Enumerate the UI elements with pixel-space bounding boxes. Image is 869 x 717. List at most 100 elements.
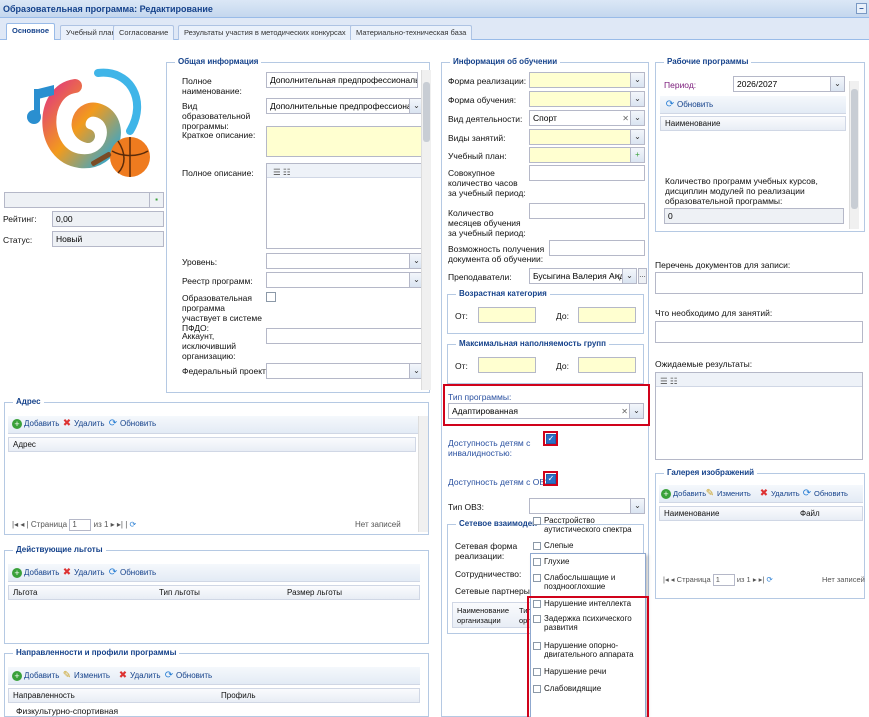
- activity-select[interactable]: Спорт ✕ ⌄: [529, 110, 645, 126]
- teachers-select[interactable]: Бусыгина Валерия Анд ✕ ⌄: [529, 268, 637, 284]
- doc-field[interactable]: [549, 240, 645, 256]
- directions-add-button[interactable]: + Добавить: [12, 670, 59, 682]
- pfdo-checkbox[interactable]: [266, 292, 276, 302]
- checkbox-icon[interactable]: [533, 685, 541, 693]
- clear-icon[interactable]: ✕: [622, 112, 629, 125]
- ovz-option-musculoskeletal[interactable]: Нарушение опорно-двигательного аппарата: [533, 641, 643, 661]
- chevron-down-icon[interactable]: ⌄: [622, 269, 636, 283]
- account-field[interactable]: [266, 328, 424, 344]
- minimize-icon[interactable]: –: [856, 3, 867, 14]
- tab-main[interactable]: Основное: [6, 23, 56, 40]
- age-from-field[interactable]: [478, 307, 536, 323]
- chevron-down-icon[interactable]: ⌄: [630, 499, 644, 513]
- months-field[interactable]: [529, 203, 645, 219]
- checkbox-icon[interactable]: [533, 642, 541, 650]
- ovz-option-intellect[interactable]: Нарушение интеллекта: [533, 599, 643, 609]
- address-scrollbar[interactable]: [418, 416, 428, 532]
- chevron-down-icon[interactable]: ⌄: [630, 92, 644, 106]
- upload-icon[interactable]: ▪: [149, 193, 163, 207]
- docs-list-field[interactable]: [655, 272, 863, 294]
- work-programs-refresh-button[interactable]: ⟳ Обновить: [665, 99, 713, 111]
- registry-select[interactable]: ⌄: [266, 272, 424, 288]
- general-scrollbar[interactable]: [421, 70, 431, 390]
- checkbox-icon[interactable]: [533, 542, 541, 550]
- clear-icon[interactable]: ✕: [614, 270, 621, 283]
- checkbox-icon[interactable]: [533, 558, 541, 566]
- chevron-down-icon[interactable]: ⌄: [630, 111, 644, 125]
- checkbox-icon[interactable]: [533, 517, 541, 525]
- work-programs-scrollbar[interactable]: [849, 81, 859, 229]
- logo-upload-field[interactable]: ▪: [4, 192, 164, 208]
- chevron-down-icon[interactable]: ⌄: [830, 77, 844, 91]
- full-name-field[interactable]: Дополнительная предпрофессиональная п: [266, 72, 418, 88]
- page-input[interactable]: 1: [712, 574, 735, 587]
- refresh-icon[interactable]: ⟳: [130, 520, 137, 529]
- ovz-option-deaf[interactable]: Глухие: [533, 557, 643, 567]
- group-from-field[interactable]: [478, 357, 536, 373]
- directions-refresh-button[interactable]: ⟳ Обновить: [164, 670, 212, 682]
- form-impl-select[interactable]: ⌄: [529, 72, 645, 88]
- table-row[interactable]: Физкультурно-спортивная: [16, 706, 118, 716]
- ovz-option-autism[interactable]: Расстройство аутистического спектра: [533, 516, 643, 536]
- checkbox-icon[interactable]: [533, 668, 541, 676]
- gallery-add-button[interactable]: + Добавить: [661, 488, 706, 500]
- checkbox-icon[interactable]: [533, 615, 541, 623]
- address-refresh-button[interactable]: ⟳ Обновить: [108, 418, 156, 430]
- ovz-option-speech[interactable]: Нарушение речи: [533, 667, 643, 677]
- chevron-down-icon[interactable]: ⌄: [629, 404, 643, 418]
- ovz-access-checkbox[interactable]: ✓: [546, 474, 556, 484]
- form-edu-select[interactable]: ⌄: [529, 91, 645, 107]
- ovz-type-select[interactable]: ⌄: [529, 498, 645, 514]
- tab-equipment[interactable]: Материально-техническая база: [350, 25, 473, 40]
- first-page-icon[interactable]: |◂ ◂: [663, 575, 675, 584]
- period-select[interactable]: 2026/2027 ⌄: [733, 76, 845, 92]
- refresh-icon[interactable]: ⟳: [766, 575, 772, 584]
- address-add-button[interactable]: + Добавить: [12, 418, 59, 430]
- tab-contest-results[interactable]: Результаты участия в методических конкур…: [178, 25, 352, 40]
- directions-delete-button[interactable]: ✖ Удалить: [118, 670, 161, 682]
- gallery-delete-button[interactable]: ✖ Удалить: [759, 488, 800, 500]
- benefits-delete-button[interactable]: ✖ Удалить: [62, 567, 105, 579]
- group-from-label: От:: [455, 361, 468, 371]
- first-page-icon[interactable]: |◂ ◂: [12, 520, 24, 529]
- gallery-refresh-button[interactable]: ⟳ Обновить: [802, 488, 848, 500]
- hours-field[interactable]: [529, 165, 645, 181]
- chevron-down-icon[interactable]: ⌄: [630, 73, 644, 87]
- needed-field[interactable]: [655, 321, 863, 343]
- bullet-list-icon[interactable]: ☰ ☷: [660, 374, 678, 388]
- page-input[interactable]: 1: [69, 519, 92, 531]
- add-icon[interactable]: +: [630, 148, 644, 162]
- plan-field[interactable]: +: [529, 147, 645, 163]
- ovz-option-low-vision[interactable]: Слабовидящие: [533, 684, 643, 694]
- full-desc-editor[interactable]: ☰ ☷: [266, 163, 424, 249]
- bullet-list-icon[interactable]: ☰ ☷: [273, 165, 291, 179]
- level-select[interactable]: ⌄: [266, 253, 424, 269]
- ovz-option-hard-of-hearing[interactable]: Слабослышащие и позднооглохшие: [533, 573, 643, 593]
- results-editor[interactable]: ☰ ☷: [655, 372, 863, 460]
- ovz-option-mental-delay[interactable]: Задержка психического развития: [533, 614, 643, 634]
- more-icon[interactable]: …: [638, 268, 647, 284]
- short-desc-field[interactable]: [266, 126, 424, 157]
- tab-approval[interactable]: Согласование: [113, 25, 175, 40]
- address-delete-button[interactable]: ✖ Удалить: [62, 418, 105, 430]
- page-of-label: из 1: [736, 575, 751, 584]
- lesson-types-select[interactable]: ⌄: [529, 129, 645, 145]
- program-type-select[interactable]: Адаптированная ✕ ⌄: [448, 403, 644, 419]
- clear-icon[interactable]: ✕: [621, 405, 628, 418]
- program-kind-select[interactable]: Дополнительные предпрофессиональн ⌄: [266, 98, 424, 114]
- ovz-option-blind[interactable]: Слепые: [533, 541, 643, 551]
- checkbox-icon[interactable]: [533, 600, 541, 608]
- age-to-field[interactable]: [578, 307, 636, 323]
- chevron-down-icon[interactable]: ⌄: [630, 130, 644, 144]
- directions-legend: Направленности и профили программы: [13, 648, 180, 657]
- directions-edit-button[interactable]: ✎ Изменить: [62, 670, 110, 682]
- gallery-edit-button[interactable]: ✎ Изменить: [705, 488, 751, 500]
- benefits-add-button[interactable]: + Добавить: [12, 567, 59, 579]
- disabled-access-checkbox[interactable]: ✓: [546, 434, 556, 444]
- checkbox-icon[interactable]: [533, 574, 541, 582]
- benefits-refresh-button[interactable]: ⟳ Обновить: [108, 567, 156, 579]
- group-to-field[interactable]: [578, 357, 636, 373]
- address-grid-header: Адрес: [8, 437, 416, 452]
- address-pager: |◂ ◂ | Страница 1 из 1 ▸ ▸| | ⟳: [12, 519, 137, 531]
- federal-project-select[interactable]: ⌄: [266, 363, 424, 379]
